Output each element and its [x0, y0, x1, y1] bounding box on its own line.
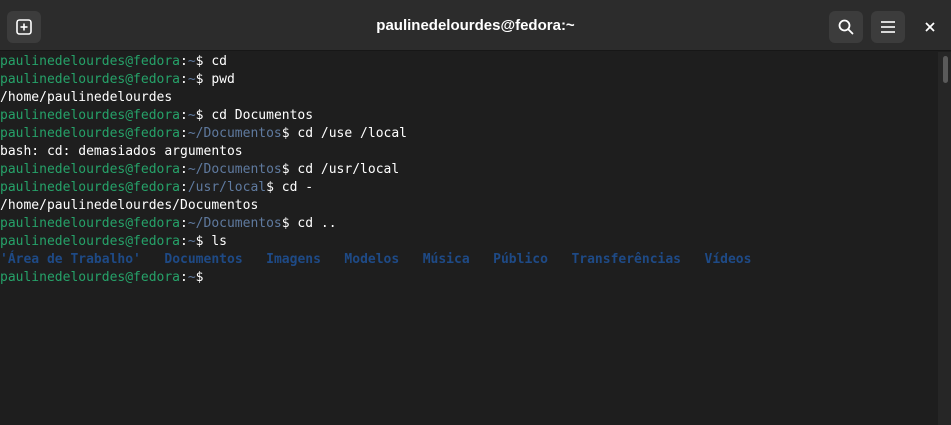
prompt-line: paulinedelourdes@fedora:/usr/local$ cd - [0, 179, 938, 197]
prompt-separator: : [180, 54, 188, 69]
prompt-path: ~ [187, 270, 196, 285]
prompt-path: ~ [187, 108, 196, 123]
prompt-path: ~ [187, 234, 196, 249]
prompt-user: paulinedelourdes@fedora [0, 162, 181, 177]
directory-entry: Público [493, 252, 548, 267]
prompt-user: paulinedelourdes@fedora [0, 108, 181, 123]
command-text: cd Documentos [211, 108, 314, 123]
output-text: /home/paulinedelourdes [0, 90, 173, 105]
prompt-user: paulinedelourdes@fedora [0, 270, 181, 285]
prompt-symbol: $ [195, 72, 212, 87]
directory-entry: Música [422, 252, 470, 267]
prompt-path: /usr/local [187, 180, 267, 195]
prompt-line: paulinedelourdes@fedora:~$ ls [0, 233, 938, 251]
prompt-separator: : [180, 162, 188, 177]
search-button[interactable] [829, 11, 863, 43]
scrollbar-thumb[interactable] [943, 56, 948, 83]
prompt-path: ~/Documentos [187, 126, 282, 141]
prompt-line: paulinedelourdes@fedora:~$ cd [0, 53, 938, 71]
prompt-separator: : [180, 72, 188, 87]
prompt-separator: : [180, 216, 188, 231]
prompt-path: ~/Documentos [187, 216, 282, 231]
prompt-user: paulinedelourdes@fedora [0, 72, 181, 87]
terminal-window: paulinedelourdes@fedora:~ paulinedelourd… [0, 0, 951, 425]
prompt-separator: : [180, 234, 188, 249]
directory-entry: Documentos [164, 252, 243, 267]
prompt-line: paulinedelourdes@fedora:~/Documentos$ cd… [0, 215, 938, 233]
window-title: paulinedelourdes@fedora:~ [376, 17, 575, 34]
prompt-line: paulinedelourdes@fedora:~/Documentos$ cd… [0, 161, 938, 179]
command-text: ls [211, 234, 227, 249]
output-line: bash: cd: demasiados argumentos [0, 143, 938, 161]
prompt-separator: : [180, 108, 188, 123]
directory-entry: 'Área de Trabalho' [0, 252, 141, 267]
command-text: cd [211, 54, 227, 69]
command-text: cd .. [297, 216, 337, 231]
title-bar: paulinedelourdes@fedora:~ [0, 0, 951, 51]
prompt-line: paulinedelourdes@fedora:~$ [0, 269, 938, 287]
hamburger-menu-icon [881, 21, 895, 33]
command-text: cd /usr/local [297, 162, 400, 177]
terminal-output[interactable]: paulinedelourdes@fedora:~$ cd paulinedelo… [0, 52, 938, 425]
prompt-symbol: $ [195, 54, 212, 69]
close-icon [925, 22, 935, 32]
prompt-path: ~ [187, 72, 196, 87]
main-menu-button[interactable] [871, 11, 905, 43]
output-line: /home/paulinedelourdes [0, 89, 938, 107]
command-text: pwd [211, 72, 235, 87]
prompt-user: paulinedelourdes@fedora [0, 54, 181, 69]
prompt-line: paulinedelourdes@fedora:~/Documentos$ cd… [0, 125, 938, 143]
prompt-line: paulinedelourdes@fedora:~$ cd Documentos [0, 107, 938, 125]
prompt-symbol: $ [195, 234, 212, 249]
directory-entry: Vídeos [704, 252, 752, 267]
prompt-separator: : [180, 180, 188, 195]
directory-entry: Imagens [266, 252, 321, 267]
directory-entry: Transferências [571, 252, 682, 267]
search-icon [838, 19, 854, 35]
prompt-symbol: $ [195, 270, 212, 285]
prompt-user: paulinedelourdes@fedora [0, 216, 181, 231]
output-line: /home/paulinedelourdes/Documentos [0, 197, 938, 215]
directory-entry: Modelos [344, 252, 400, 267]
prompt-user: paulinedelourdes@fedora [0, 180, 181, 195]
prompt-user: paulinedelourdes@fedora [0, 234, 181, 249]
command-text: cd /use /local [297, 126, 407, 141]
prompt-symbol: $ [281, 216, 298, 231]
prompt-symbol: $ [281, 126, 298, 141]
prompt-symbol: $ [281, 162, 298, 177]
prompt-user: paulinedelourdes@fedora [0, 126, 181, 141]
output-text: bash: cd: demasiados argumentos [0, 144, 243, 159]
ls-output-line: 'Área de Trabalho' Documentos Imagens Mo… [0, 251, 938, 269]
prompt-path: ~ [187, 54, 196, 69]
prompt-separator: : [180, 126, 188, 141]
prompt-line: paulinedelourdes@fedora:~$ pwd [0, 71, 938, 89]
prompt-symbol: $ [195, 108, 212, 123]
scrollbar[interactable] [938, 52, 951, 425]
output-text: /home/paulinedelourdes/Documentos [0, 198, 259, 213]
prompt-separator: : [180, 270, 188, 285]
close-button[interactable] [913, 11, 947, 43]
prompt-symbol: $ [266, 180, 282, 195]
prompt-path: ~/Documentos [187, 162, 282, 177]
command-text: cd - [281, 180, 314, 195]
